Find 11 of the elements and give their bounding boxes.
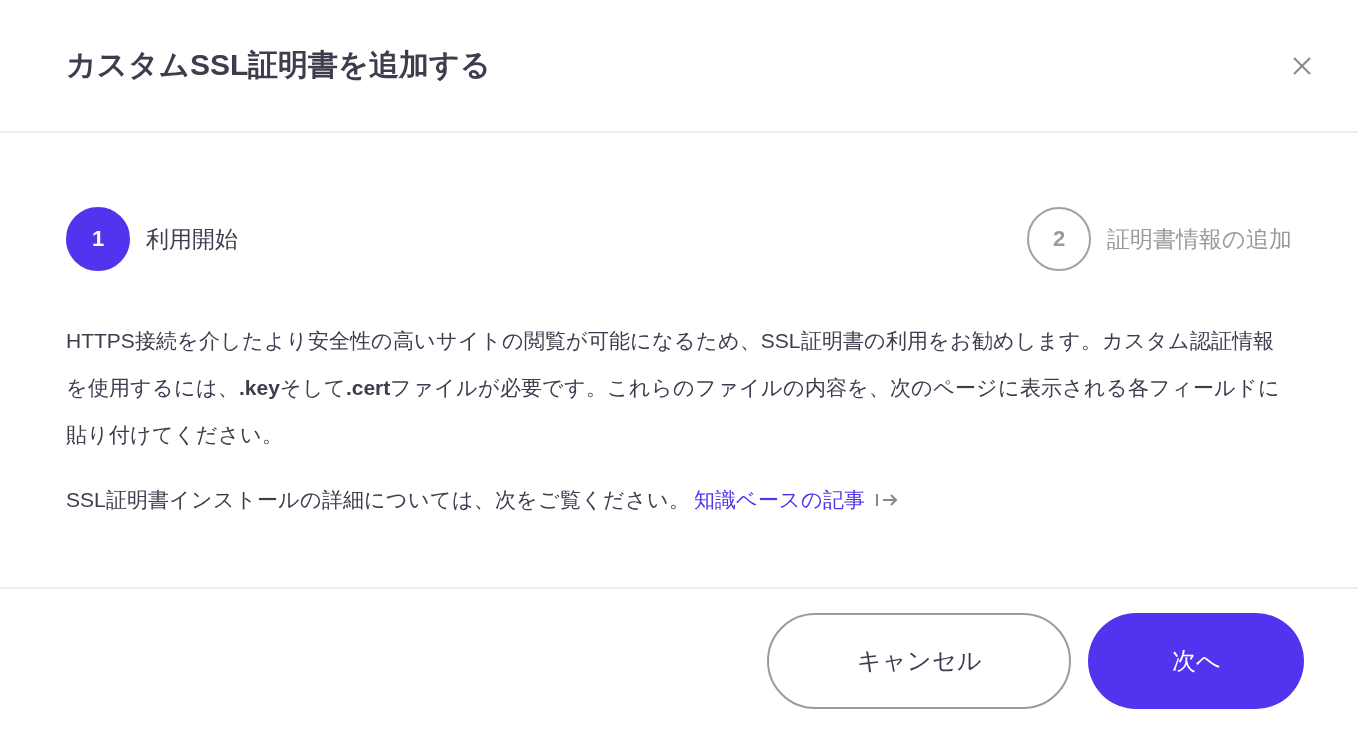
knowledge-base-link[interactable]: 知識ベースの記事 xyxy=(693,476,865,523)
close-icon[interactable] xyxy=(1292,55,1312,76)
next-button[interactable]: 次へ xyxy=(1088,613,1304,709)
dialog-title: カスタムSSL証明書を追加する xyxy=(66,47,492,83)
cancel-button[interactable]: キャンセル xyxy=(767,613,1071,709)
step-number: 2 xyxy=(1027,207,1091,271)
description-paragraph: HTTPS接続を介したより安全性の高いサイトの閲覧が可能になるため、SSL証明書の利用をお勧めします。カスタム認証情報を使用するには、.keyそして.certファイルが必要です。これらのファイルの内容を、次のページに表示される各フィールドに貼り付けてください。 xyxy=(66,328,1282,448)
step-number: 1 xyxy=(66,207,130,271)
step-label: 証明書情報の追加 xyxy=(1107,224,1292,254)
more-info-text: SSL証明書インストールの詳細については、次をご覧ください。 xyxy=(66,487,690,513)
step-label: 利用開始 xyxy=(146,224,238,254)
